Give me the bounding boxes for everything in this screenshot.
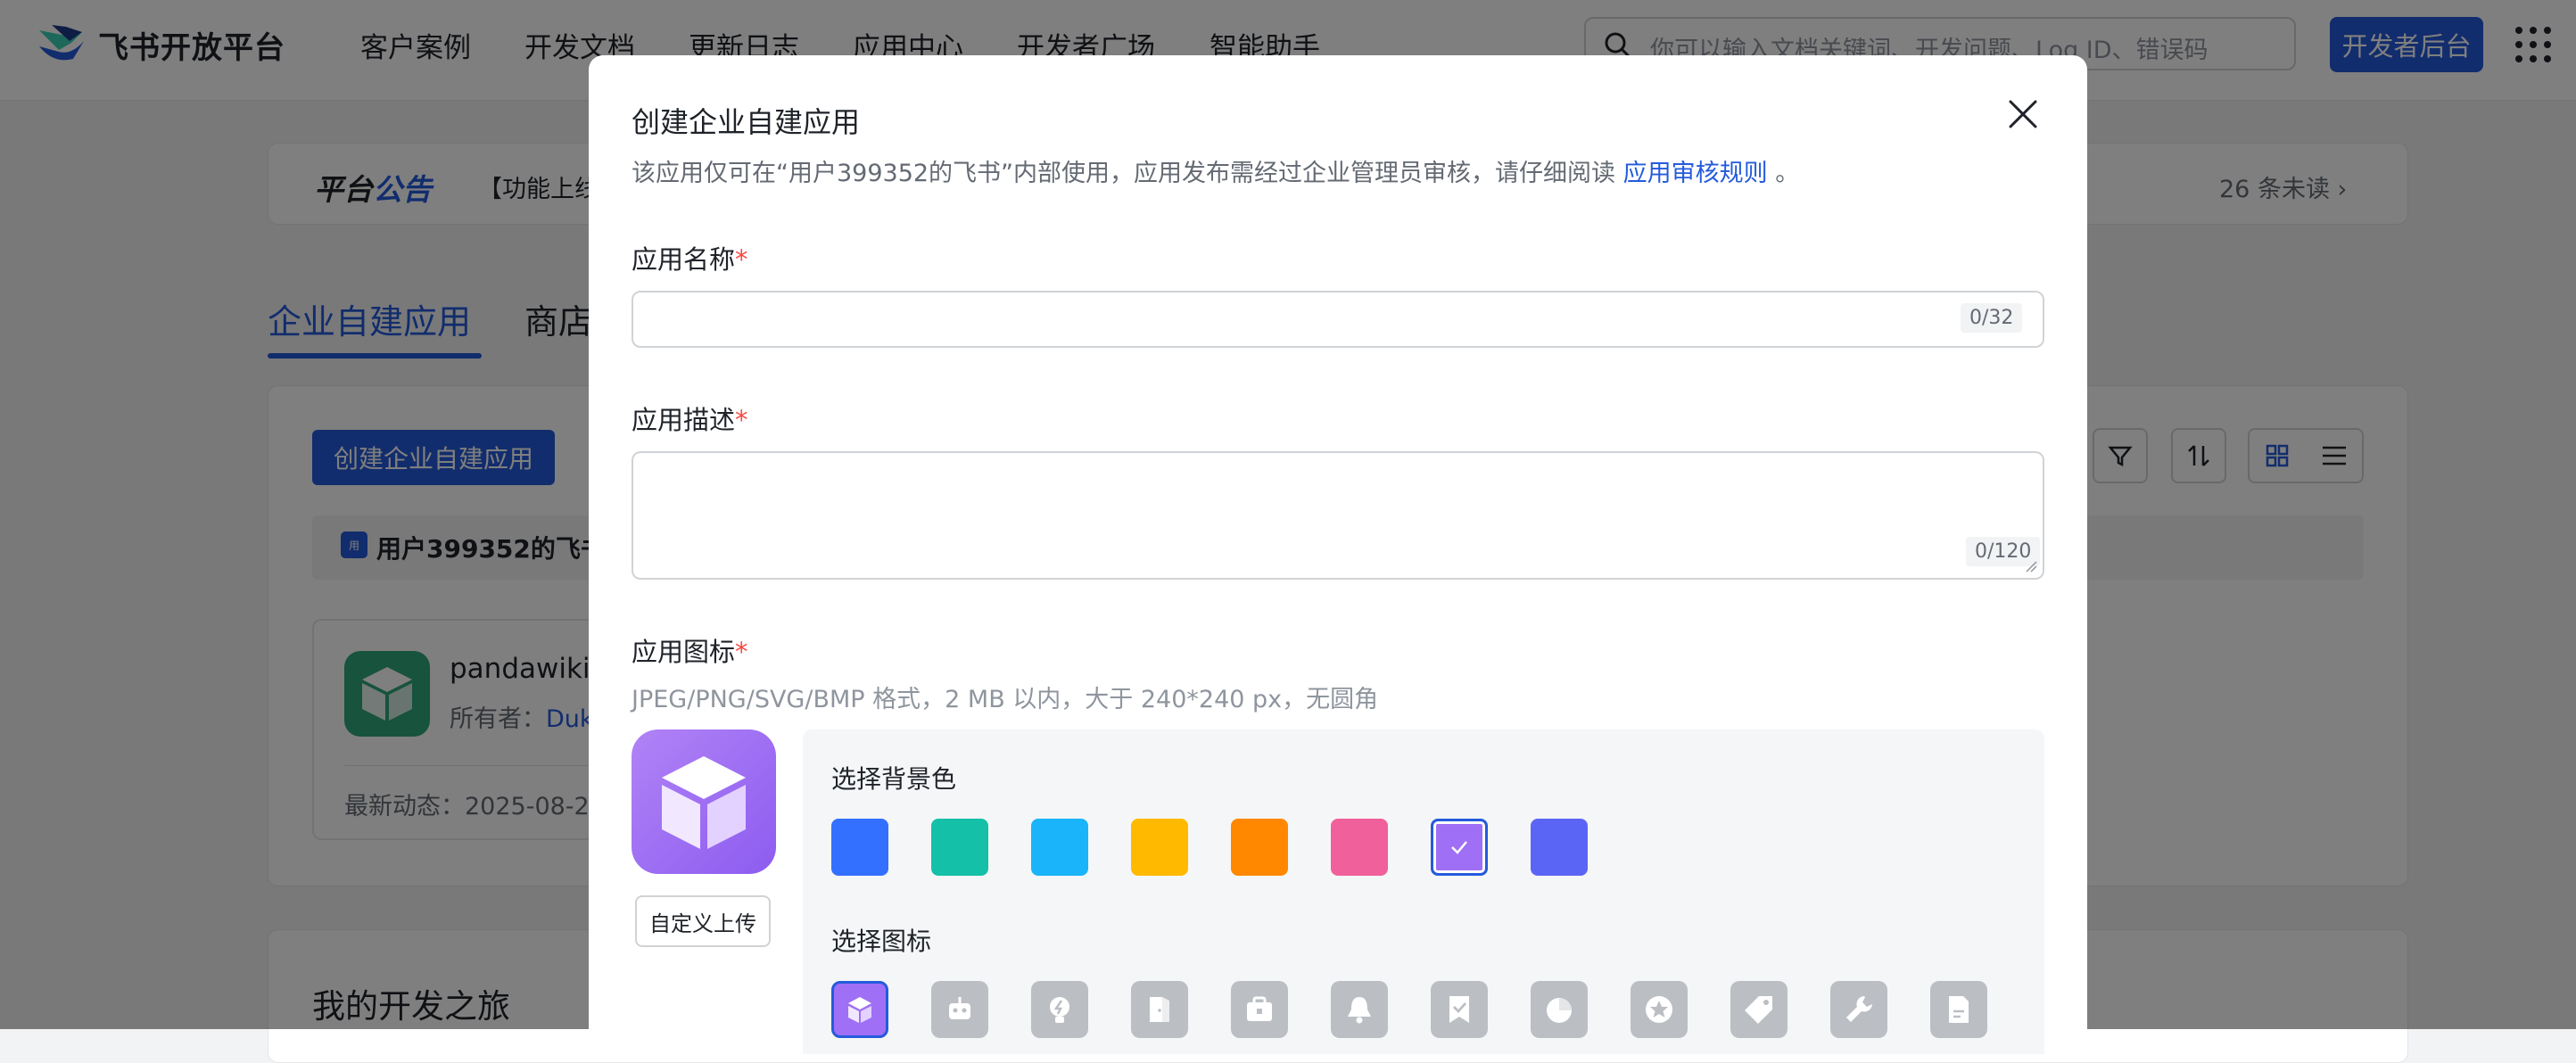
dialog-title: 创建企业自建应用: [632, 105, 861, 139]
color-swatch-orange[interactable]: [1231, 819, 1288, 876]
icon-option-robot[interactable]: [931, 981, 988, 1038]
robot-icon: [949, 997, 970, 1019]
icon-format-hint: JPEG/PNG/SVG/BMP 格式，2 MB 以内，大于 240*240 p…: [632, 686, 1379, 713]
app-name-label: 应用名称*: [632, 244, 748, 275]
color-swatch-purple[interactable]: [1431, 819, 1488, 876]
icon-option-document[interactable]: [1930, 981, 1987, 1038]
color-swatch-blue[interactable]: [831, 819, 888, 876]
pie-chart-icon: [1547, 998, 1572, 1023]
icon-option-wrench[interactable]: [1830, 981, 1887, 1038]
tag-icon: [1745, 996, 1772, 1024]
door-icon: [1150, 997, 1169, 1022]
color-swatch-pink[interactable]: [1331, 819, 1388, 876]
color-swatch-yellow[interactable]: [1131, 819, 1188, 876]
app-icon-label: 应用图标*: [632, 637, 748, 667]
wrench-icon: [1846, 996, 1872, 1022]
cube-icon: [662, 756, 746, 849]
document-icon: [1949, 996, 1969, 1023]
icon-picker-panel: 选择背景色 选择图标: [803, 729, 2044, 1054]
app-description-label: 应用描述*: [632, 405, 748, 435]
color-swatch-teal[interactable]: [931, 819, 988, 876]
icon-option-star-badge[interactable]: [1631, 981, 1688, 1038]
select-icon-label: 选择图标: [831, 927, 932, 956]
star-badge-icon: [1646, 996, 1672, 1023]
icon-option-bell[interactable]: [1331, 981, 1388, 1038]
bookmark-check-icon: [1449, 996, 1469, 1023]
bulb-icon: [1050, 997, 1069, 1023]
icon-option-cube[interactable]: [831, 981, 888, 1038]
create-app-dialog: 创建企业自建应用 该应用仅可在“用户399352的飞书”内部使用，应用发布需经过…: [589, 55, 2087, 1054]
review-rules-link[interactable]: 应用审核规则: [1623, 160, 1768, 187]
briefcase-icon: [1247, 996, 1272, 1021]
icon-option-bookmark[interactable]: [1431, 981, 1488, 1038]
custom-upload-button[interactable]: 自定义上传: [635, 895, 771, 947]
background-color-label: 选择背景色: [831, 764, 957, 794]
check-icon: [1451, 841, 1467, 854]
color-swatch-indigo[interactable]: [1531, 819, 1588, 876]
app-name-counter: 0/32: [1961, 303, 2023, 333]
icon-option-briefcase[interactable]: [1231, 981, 1288, 1038]
app-name-input[interactable]: [632, 291, 2044, 348]
dialog-subtitle: 该应用仅可在“用户399352的飞书”内部使用，应用发布需经过企业管理员审核，请…: [632, 160, 1800, 187]
cube-icon: [848, 997, 871, 1023]
close-icon[interactable]: [2005, 96, 2041, 132]
resize-handle-icon[interactable]: [2025, 560, 2037, 573]
color-swatch-sky[interactable]: [1031, 819, 1088, 876]
app-description-input[interactable]: [632, 451, 2044, 580]
bell-icon: [1348, 997, 1371, 1024]
icon-option-door[interactable]: [1131, 981, 1188, 1038]
icon-preview: [632, 729, 776, 874]
icon-option-bulb[interactable]: [1031, 981, 1088, 1038]
icon-option-tag[interactable]: [1730, 981, 1788, 1038]
icon-option-pie-chart[interactable]: [1531, 981, 1588, 1038]
